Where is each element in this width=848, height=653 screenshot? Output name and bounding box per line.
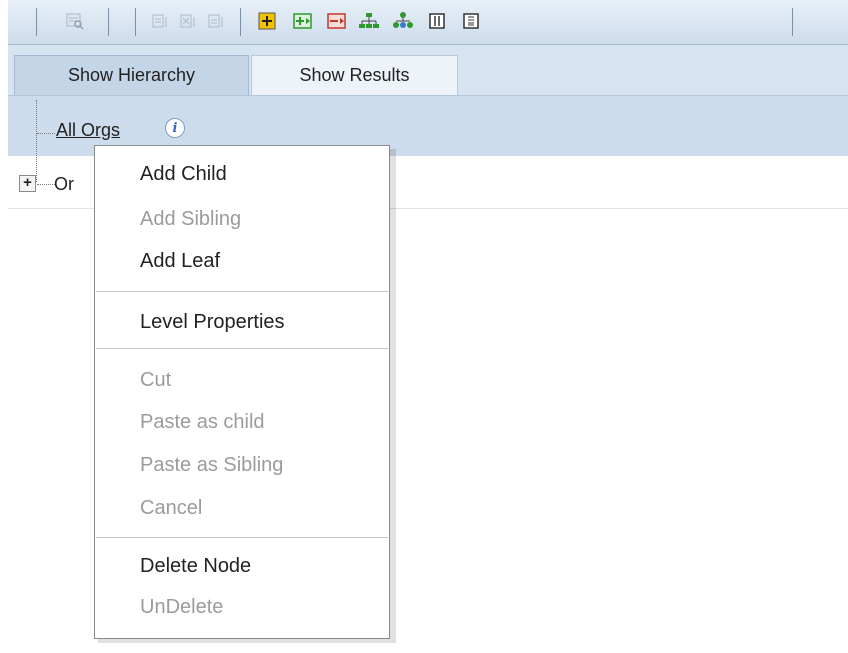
expand-toggle-icon[interactable]: +: [19, 175, 36, 192]
toolbar: [8, 0, 848, 45]
find-node-icon[interactable]: [64, 10, 86, 32]
toolbar-separator: [135, 8, 136, 36]
menu-item-undelete[interactable]: UnDelete: [95, 589, 389, 625]
move-up-icon[interactable]: [148, 10, 170, 32]
toolbar-separator: [792, 8, 793, 36]
grid-view-icon[interactable]: [460, 10, 482, 32]
hierarchy-tree-icon[interactable]: [358, 10, 380, 32]
toolbar-separator: [240, 8, 241, 36]
move-down-icon[interactable]: [176, 10, 198, 32]
org-chart-icon[interactable]: [392, 10, 414, 32]
expand-node-icon[interactable]: [292, 10, 314, 32]
menu-item-cancel[interactable]: Cancel: [95, 490, 389, 526]
menu-separator: [96, 291, 388, 292]
tab-bar: Show Hierarchy Show Results: [8, 45, 848, 96]
tree-root-node[interactable]: All Orgs: [56, 120, 120, 141]
menu-item-cut[interactable]: Cut: [95, 362, 389, 398]
hierarchy-editor: Show Hierarchy Show Results All Orgs i +…: [0, 0, 848, 653]
menu-separator: [96, 537, 388, 538]
tab-show-results[interactable]: Show Results: [251, 55, 458, 95]
menu-separator: [96, 348, 388, 349]
menu-item-level-properties[interactable]: Level Properties: [95, 304, 389, 340]
menu-item-paste-as-sibling[interactable]: Paste as Sibling: [95, 447, 389, 483]
tab-show-hierarchy[interactable]: Show Hierarchy: [14, 55, 249, 95]
collapse-node-icon[interactable]: [326, 10, 348, 32]
info-icon[interactable]: i: [165, 118, 185, 138]
menu-item-delete-node[interactable]: Delete Node: [95, 548, 389, 584]
toolbar-separator: [36, 8, 37, 36]
menu-item-paste-as-child[interactable]: Paste as child: [95, 404, 389, 440]
tree-child-node[interactable]: Or: [54, 174, 74, 195]
columns-view-icon[interactable]: [426, 10, 448, 32]
context-menu: Add Child Add Sibling Add Leaf Level Pro…: [94, 145, 390, 639]
tree-connector: [36, 100, 37, 182]
toolbar-separator: [108, 8, 109, 36]
menu-item-add-child[interactable]: Add Child: [95, 156, 389, 192]
tree-connector: [37, 184, 55, 185]
move-node-icon[interactable]: [204, 10, 226, 32]
menu-item-add-sibling[interactable]: Add Sibling: [95, 201, 389, 237]
tree-connector: [37, 133, 55, 134]
menu-item-add-leaf[interactable]: Add Leaf: [95, 243, 389, 279]
add-child-node-icon[interactable]: [256, 10, 278, 32]
